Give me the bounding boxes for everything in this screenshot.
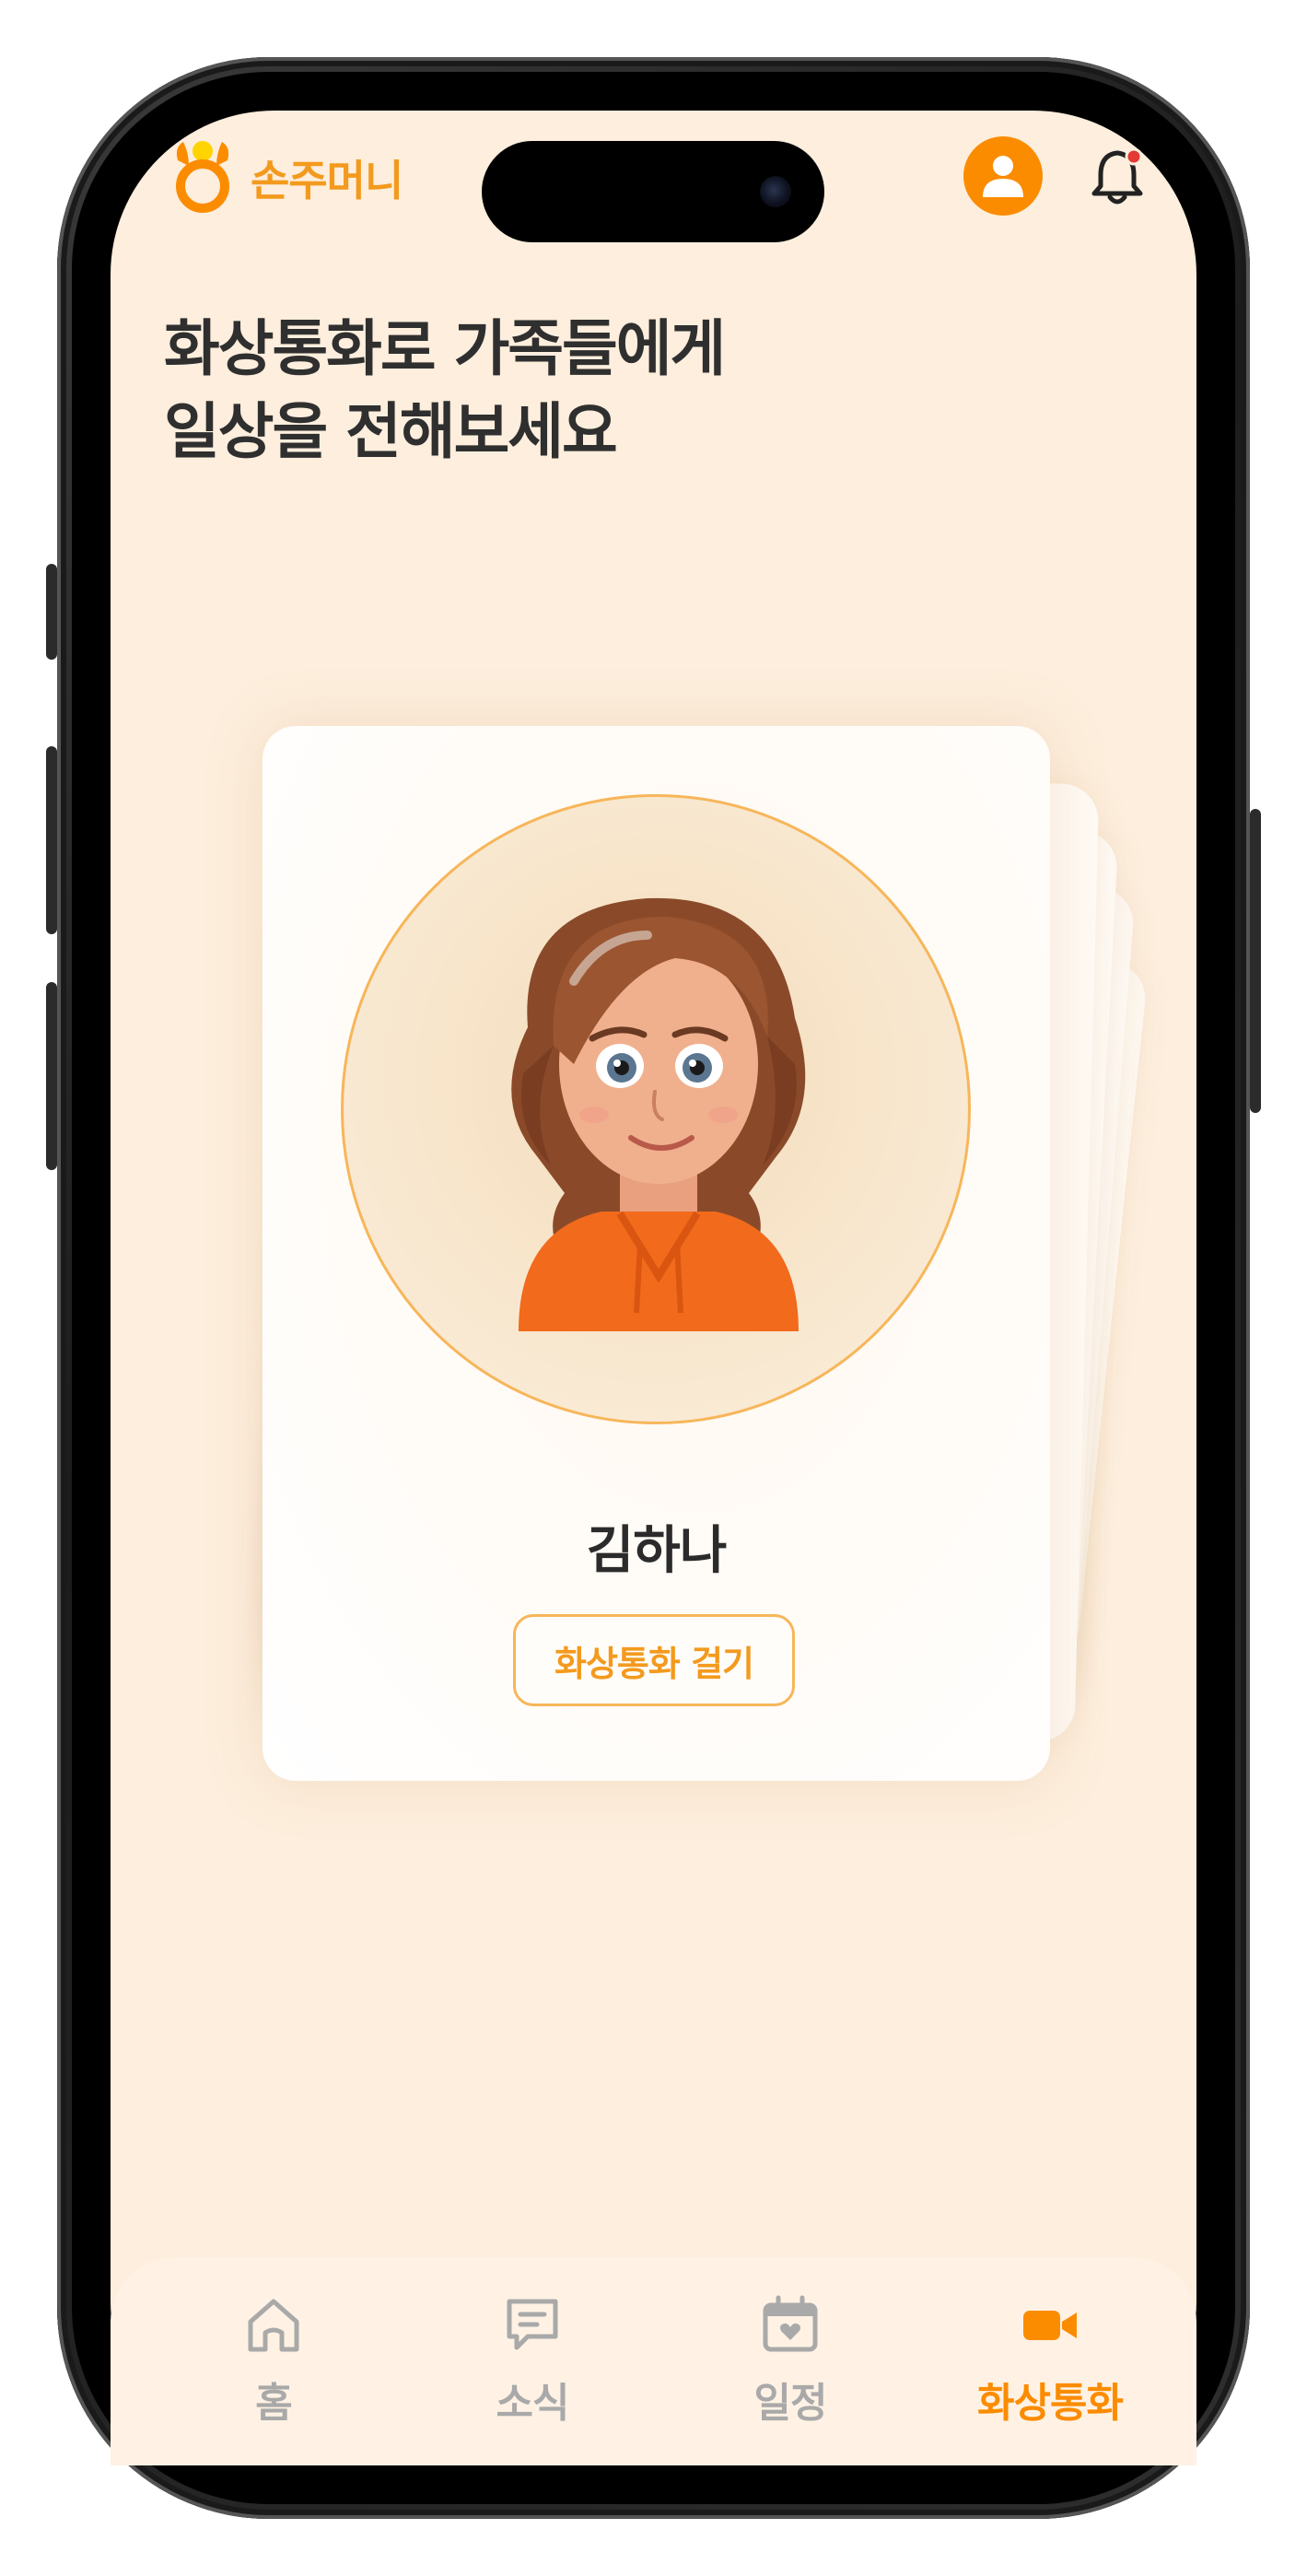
- person-icon: [983, 156, 1023, 197]
- bell-icon[interactable]: [1090, 146, 1145, 206]
- home-icon: [248, 2299, 299, 2352]
- cartoon-woman-avatar: [511, 897, 806, 1331]
- power-button: [1250, 809, 1261, 1113]
- message-icon: [507, 2299, 558, 2350]
- notification-badge: [1125, 147, 1143, 166]
- brand-logo-icon: [176, 141, 229, 213]
- tab-news-label: 소식: [496, 2380, 570, 2427]
- page-headline: 화상통화로 가족들에게 일상을 전해보세요: [164, 308, 726, 474]
- tab-schedule[interactable]: 일정: [698, 2292, 882, 2429]
- tab-schedule-label: 일정: [753, 2380, 828, 2427]
- dynamic-island: [482, 141, 824, 242]
- tab-news[interactable]: 소식: [440, 2292, 624, 2429]
- contact-name: 김하나: [586, 1521, 728, 1581]
- tab-video-call[interactable]: 화상통화: [958, 2292, 1142, 2429]
- front-camera: [760, 176, 791, 207]
- tab-home[interactable]: 홈: [181, 2292, 366, 2429]
- calendar-icon: [763, 2295, 818, 2352]
- volume-down-button: [46, 982, 57, 1170]
- brand-name: 손주머니: [251, 156, 403, 205]
- video-call-button[interactable]: 화상통화 걸기: [513, 1614, 795, 1706]
- headline-line-2: 일상을 전해보세요: [164, 396, 618, 467]
- volume-up-button: [46, 746, 57, 934]
- silent-switch: [46, 564, 57, 660]
- avatar: [341, 794, 971, 1424]
- tab-home-label: 홈: [255, 2380, 292, 2427]
- video-camera-icon: [1023, 2311, 1077, 2340]
- tab-video-call-label: 화상통화: [977, 2380, 1124, 2427]
- headline-line-1: 화상통화로 가족들에게: [164, 313, 726, 384]
- profile-button[interactable]: [963, 136, 1043, 216]
